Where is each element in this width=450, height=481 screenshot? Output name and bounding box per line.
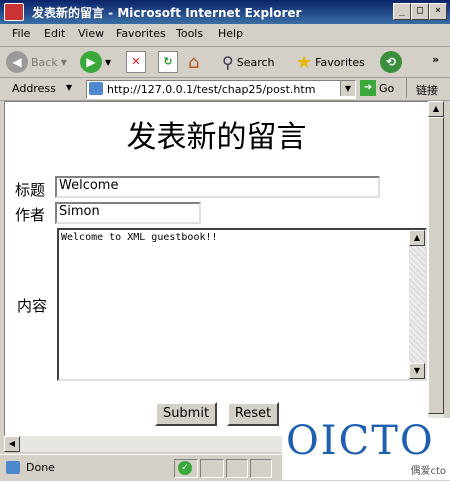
title-bar[interactable]: 发表新的留言 - Microsoft Internet Explorer _ □… [0,0,450,24]
vertical-scrollbar[interactable]: ▲ ▼ [428,101,444,436]
watermark-subtitle: 偶爱cto [410,466,446,477]
forward-arrow-icon: ▶ [80,51,102,73]
scroll-up-icon[interactable]: ▲ [428,101,444,117]
go-arrow-icon: ➜ [360,80,376,96]
toolbar-chevron-icon[interactable]: » [432,53,439,66]
ie-page-icon [4,3,24,21]
menu-edit[interactable]: Edit [44,27,65,40]
stop-icon: ✕ [126,51,146,73]
home-button[interactable]: ⌂ [188,50,199,74]
menu-file[interactable]: File [12,27,30,40]
history-button[interactable]: ⟲ [380,50,402,74]
back-dropdown-icon: ▼ [60,57,67,67]
address-input[interactable]: http://127.0.0.1/test/chap25/post.htm ▼ [86,80,356,99]
favorites-button[interactable]: ★ Favorites [296,50,365,74]
go-label: Go [379,81,395,95]
refresh-button[interactable]: ↻ [158,50,178,74]
refresh-icon: ↻ [158,51,178,73]
home-icon: ⌂ [188,51,200,73]
address-history-dropdown-icon[interactable]: ▼ [340,81,355,96]
menu-help[interactable]: Help [218,27,243,40]
status-pane-security: ✓ [174,459,198,478]
address-dropdown-icon[interactable]: ▼ [66,83,72,92]
page-content: 发表新的留言 标题 Welcome 作者 Simon 内容 Welcome to… [4,101,429,436]
check-icon: ✓ [178,461,192,475]
textarea-scroll-down-icon[interactable]: ▼ [409,363,425,379]
address-bar: Address ▼ http://127.0.0.1/test/chap25/p… [0,78,450,101]
search-label: Search [236,55,275,69]
menu-favorites[interactable]: Favorites [116,27,166,40]
author-label: 作者 [15,206,46,224]
history-icon: ⟲ [380,51,402,73]
title-input[interactable]: Welcome [55,176,380,198]
stop-button[interactable]: ✕ [126,50,146,74]
menu-view[interactable]: View [78,27,104,40]
search-button[interactable]: ⚲ Search [222,50,275,74]
forward-dropdown-icon: ▼ [105,57,112,67]
textarea-scrollbar[interactable]: ▲ ▼ [409,230,425,379]
textarea-scroll-up-icon[interactable]: ▲ [409,230,425,246]
scroll-left-icon[interactable]: ◀ [4,436,20,452]
star-icon: ★ [296,51,313,73]
content-text: Welcome to XML guestbook!! [61,232,218,243]
minimize-button[interactable]: _ [393,3,411,20]
menu-bar: File Edit View Favorites Tools Help [0,24,450,66]
back-button[interactable]: ◀ Back ▼ [6,50,67,74]
watermark-logo: OICTO 偶爱cto [282,418,450,480]
favorites-label: Favorites [315,55,365,69]
close-button[interactable]: × [429,3,447,20]
address-url: http://127.0.0.1/test/chap25/post.htm [107,83,316,96]
scroll-thumb[interactable] [428,117,444,414]
reset-button[interactable]: Reset [227,402,279,426]
search-icon: ⚲ [222,52,234,72]
status-page-icon [6,461,20,474]
menu-tools[interactable]: Tools [176,27,203,40]
status-pane-2 [200,459,224,478]
author-input[interactable]: Simon [55,202,201,224]
maximize-button[interactable]: □ [411,3,429,20]
address-label: Address [12,82,56,95]
links-button[interactable]: 链接 [416,82,438,98]
toolbar: ◀ Back ▼ ▶ ▼ ✕ ↻ ⌂ ⚲ Search ★ Favorites … [0,47,450,78]
content-label: 内容 [17,297,48,315]
status-pane-3 [226,459,248,478]
back-label: Back [31,55,58,69]
page-icon [89,82,103,95]
status-pane-4 [250,459,272,478]
status-text: Done [26,461,55,474]
page-heading: 发表新的留言 [126,120,307,155]
watermark-brand: OICTO [286,418,435,464]
back-arrow-icon: ◀ [6,51,28,73]
links-divider [406,78,407,98]
content-textarea[interactable]: Welcome to XML guestbook!! ▲ ▼ [57,228,427,381]
window-title: 发表新的留言 - Microsoft Internet Explorer [32,6,302,20]
title-label: 标题 [15,181,46,199]
submit-button[interactable]: Submit [155,402,217,426]
forward-button[interactable]: ▶ ▼ [80,50,111,74]
go-button[interactable]: ➜ Go [360,80,394,96]
